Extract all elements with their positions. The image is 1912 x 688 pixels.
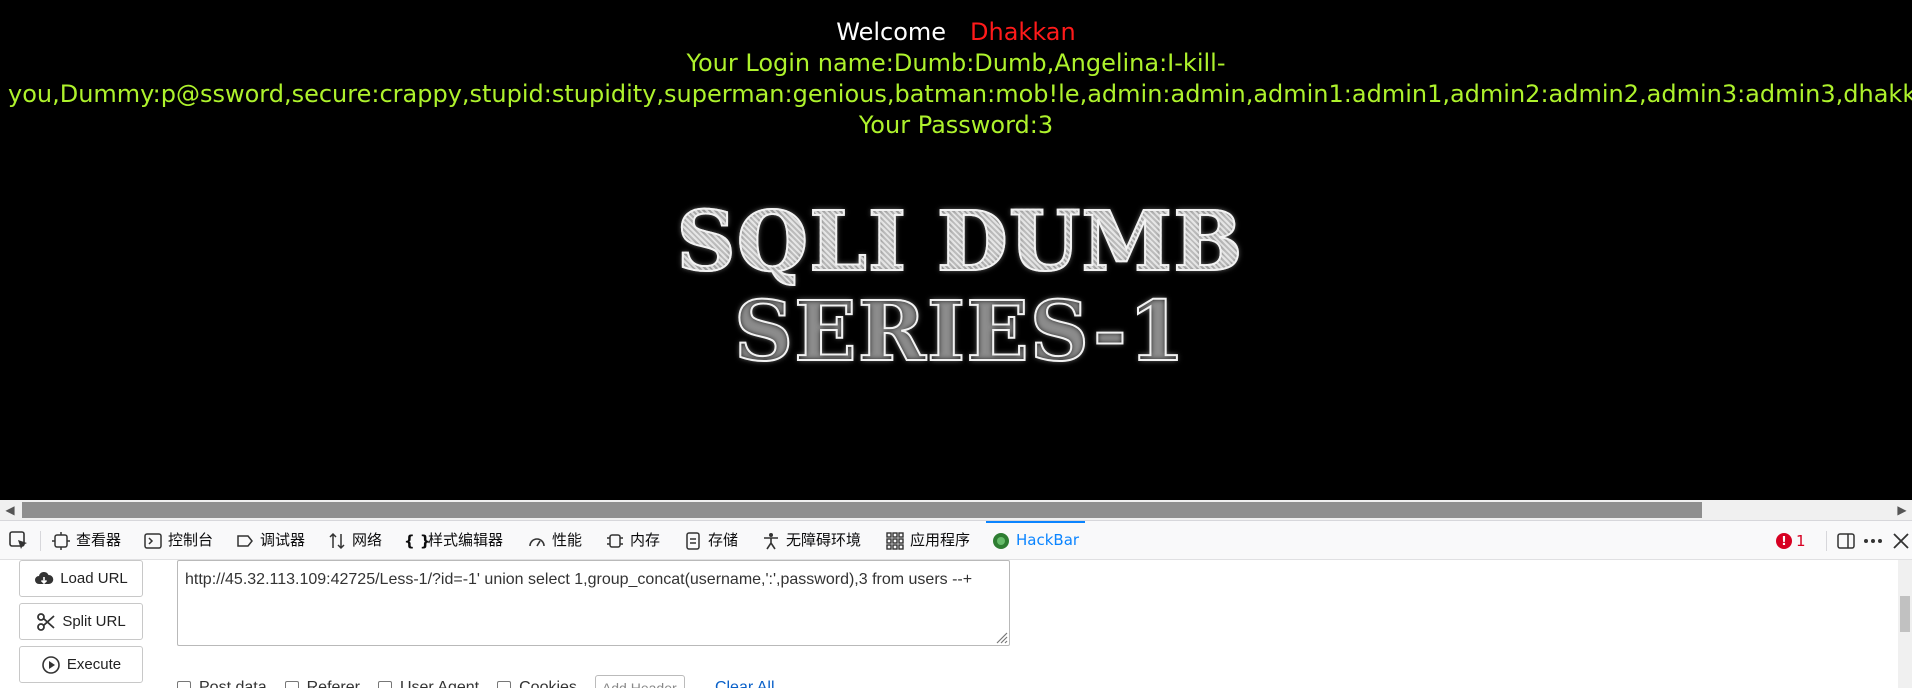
welcome-message: Welcome Dhakkan [0,16,1912,48]
user-agent-label: User Agent [399,679,480,688]
load-url-label: Load URL [60,570,128,587]
execute-button[interactable]: Execute [19,646,143,683]
post-data-label: Post data [199,679,267,688]
accessibility-icon [764,532,778,549]
user-agent-checkbox[interactable] [377,681,392,688]
style-editor-icon: { } [404,531,431,550]
request-options-row: Post data Referer User Agent Cookies Add… [177,675,775,688]
tab-label: 性能 [552,531,583,549]
tab-network[interactable]: 网络 [328,521,382,560]
tab-application[interactable]: 应用程序 [886,521,970,560]
tab-console[interactable]: 控制台 [144,521,213,560]
web-page-content: Welcome Dhakkan Your Login name:Dumb:Dumb… [0,0,1912,500]
scroll-left-icon[interactable]: ◀ [0,500,20,520]
tab-performance[interactable]: 性能 [528,521,582,560]
cookies-option[interactable]: Cookies [497,679,577,688]
tab-accessibility[interactable]: 无障碍环境 [762,521,861,560]
error-count: 1 [1796,531,1806,550]
inspector-icon [52,531,70,550]
play-circle-icon [42,655,60,674]
tab-memory[interactable]: 内存 [606,521,660,560]
tab-label: 存储 [708,531,739,549]
scroll-right-icon[interactable]: ▶ [1892,500,1912,520]
split-url-button[interactable]: Split URL [19,603,143,640]
tab-debugger[interactable]: 调试器 [236,521,305,560]
console-icon [144,532,162,549]
referer-checkbox[interactable] [284,681,299,688]
vertical-scrollbar-thumb[interactable] [1900,596,1910,632]
tab-label: 样式编辑器 [428,531,504,549]
user-agent-option[interactable]: User Agent [377,679,480,688]
tab-label: 应用程序 [910,531,971,549]
welcome-label: Welcome [836,18,947,46]
hackbar-panel: Load URL Split URL Execute Post data Ref… [0,560,1912,688]
performance-icon [529,537,545,546]
scrollbar-thumb[interactable] [22,502,1702,518]
login-name-line-2: you,Dummy:p@ssword,secure:crappy,stupid:… [8,80,1912,108]
load-url-button[interactable]: Load URL [19,560,143,597]
storage-icon [686,531,700,550]
clear-all-link[interactable]: Clear All [715,679,775,688]
resize-handle-icon[interactable] [992,628,1008,644]
welcome-username: Dhakkan [970,18,1076,46]
horizontal-scrollbar[interactable]: ◀ ▶ [0,500,1912,520]
tab-inspector[interactable]: 查看器 [52,521,121,560]
toolbar-divider-right [1826,521,1827,560]
tab-label: 查看器 [76,531,122,549]
execute-label: Execute [66,656,122,673]
error-counter[interactable]: ! 1 [1776,521,1806,560]
network-icon [329,532,345,549]
dock-options-button[interactable] [1836,521,1856,560]
url-input[interactable] [177,560,1010,646]
application-icon [886,531,904,550]
tab-label: 控制台 [168,531,214,549]
post-data-checkbox[interactable] [177,681,191,688]
tab-hackbar[interactable]: HackBar [985,521,1086,560]
tab-label: 无障碍环境 [786,531,862,549]
memory-icon [607,533,623,548]
hackbar-icon [993,532,1009,549]
more-options-button[interactable] [1862,521,1884,560]
tab-label: 内存 [630,531,661,549]
add-header-select[interactable]: Add Header [594,675,685,688]
error-icon: ! [1776,532,1792,549]
close-icon [1893,532,1909,549]
post-data-option[interactable]: Post data [177,679,267,688]
devtools-toolbar: 查看器 控制台 调试器 网络 { } 样式编辑器 性能 内存 存储 无障碍环境 … [0,520,1912,560]
referer-label: Referer [306,679,360,688]
scissors-icon [37,612,55,631]
referer-option[interactable]: Referer [284,679,360,688]
debugger-icon [237,534,253,547]
password-line: Your Password:3 [858,111,1054,139]
login-name-line-1: Your Login name:Dumb:Dumb,Angelina:I-kil… [686,49,1226,77]
cloud-download-icon [35,571,54,584]
tab-label: 网络 [352,531,383,549]
hackbar-vertical-scrollbar[interactable] [1898,560,1912,688]
more-horizontal-icon [1864,538,1882,543]
tab-storage[interactable]: 存储 [684,521,738,560]
dock-side-icon [1837,532,1855,549]
element-picker-icon[interactable] [8,530,30,552]
tab-label: HackBar [1016,531,1080,549]
toolbar-divider [40,531,41,551]
close-devtools-button[interactable] [1892,521,1910,560]
tab-label: 调试器 [260,531,306,549]
split-url-label: Split URL [62,613,126,630]
cookies-label: Cookies [519,679,577,688]
tab-style-editor[interactable]: { } 样式编辑器 [404,521,503,560]
sqli-banner-title: SQLI DUMB SERIES-1 [465,196,1455,378]
cookies-checkbox[interactable] [497,681,512,688]
